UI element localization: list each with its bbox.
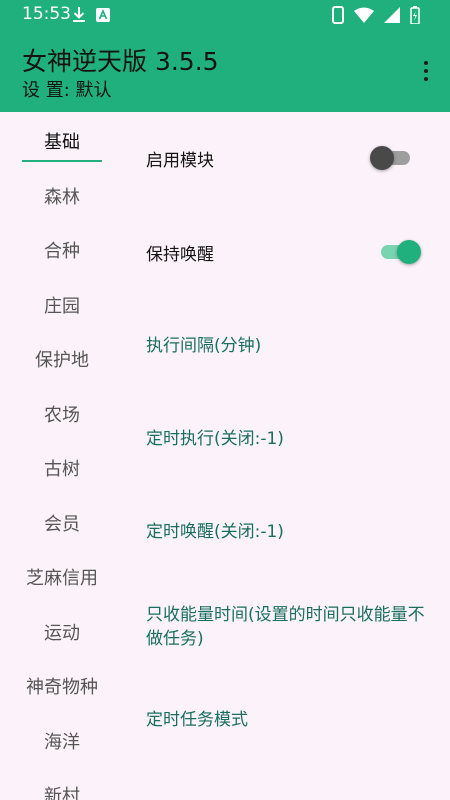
tab-ocean[interactable]: 海洋 xyxy=(0,728,124,754)
more-vert-icon[interactable] xyxy=(414,56,438,86)
tab-list: 基础 森林 合种 庄园 保护地 农场 古树 会员 芝麻信用 运动 神奇物种 海洋… xyxy=(0,112,124,800)
tab-ancient-tree[interactable]: 古树 xyxy=(0,455,124,481)
battery-charging-icon xyxy=(410,6,420,24)
wifi-icon xyxy=(354,7,374,23)
tab-forest[interactable]: 森林 xyxy=(0,183,124,209)
tab-manor[interactable]: 庄园 xyxy=(0,292,124,318)
tab-member[interactable]: 会员 xyxy=(0,510,124,536)
tab-indicator xyxy=(22,160,102,162)
tab-magic-species[interactable]: 神奇物种 xyxy=(0,673,124,699)
status-time: 15:53 xyxy=(22,4,71,24)
tab-co-plant[interactable]: 合种 xyxy=(0,237,124,263)
status-bar: 15:53 xyxy=(0,0,450,30)
enable-module-switch[interactable] xyxy=(370,144,414,172)
tab-sesame-credit[interactable]: 芝麻信用 xyxy=(0,564,124,590)
timed-exec-setting[interactable]: 定时执行(关闭:-1) xyxy=(146,427,436,451)
timed-wake-setting[interactable]: 定时唤醒(关闭:-1) xyxy=(146,520,436,544)
app-subtitle: 设 置: 默认 xyxy=(22,80,112,101)
collect-only-time-setting[interactable]: 只收能量时间(设置的时间只收能量不做任务) xyxy=(146,603,436,651)
tab-new-village[interactable]: 新村 xyxy=(0,782,124,800)
phone-icon xyxy=(332,6,344,24)
tab-protected-area[interactable]: 保护地 xyxy=(0,346,124,372)
app-title: 女神逆天版 3.5.5 xyxy=(22,47,219,76)
enable-module-label: 启用模块 xyxy=(146,151,214,171)
download-icon xyxy=(73,7,85,22)
tab-sport[interactable]: 运动 xyxy=(0,619,124,645)
app-bar: 女神逆天版 3.5.5 设 置: 默认 xyxy=(0,30,450,112)
tab-basic[interactable]: 基础 xyxy=(0,128,124,154)
exec-interval-setting[interactable]: 执行间隔(分钟) xyxy=(146,334,436,358)
timed-task-mode-setting[interactable]: 定时任务模式 xyxy=(146,708,436,732)
tab-farm[interactable]: 农场 xyxy=(0,401,124,427)
a-badge-icon xyxy=(96,8,110,22)
keep-awake-switch[interactable] xyxy=(379,238,423,266)
signal-icon xyxy=(384,7,400,23)
keep-awake-label: 保持唤醒 xyxy=(146,245,214,265)
